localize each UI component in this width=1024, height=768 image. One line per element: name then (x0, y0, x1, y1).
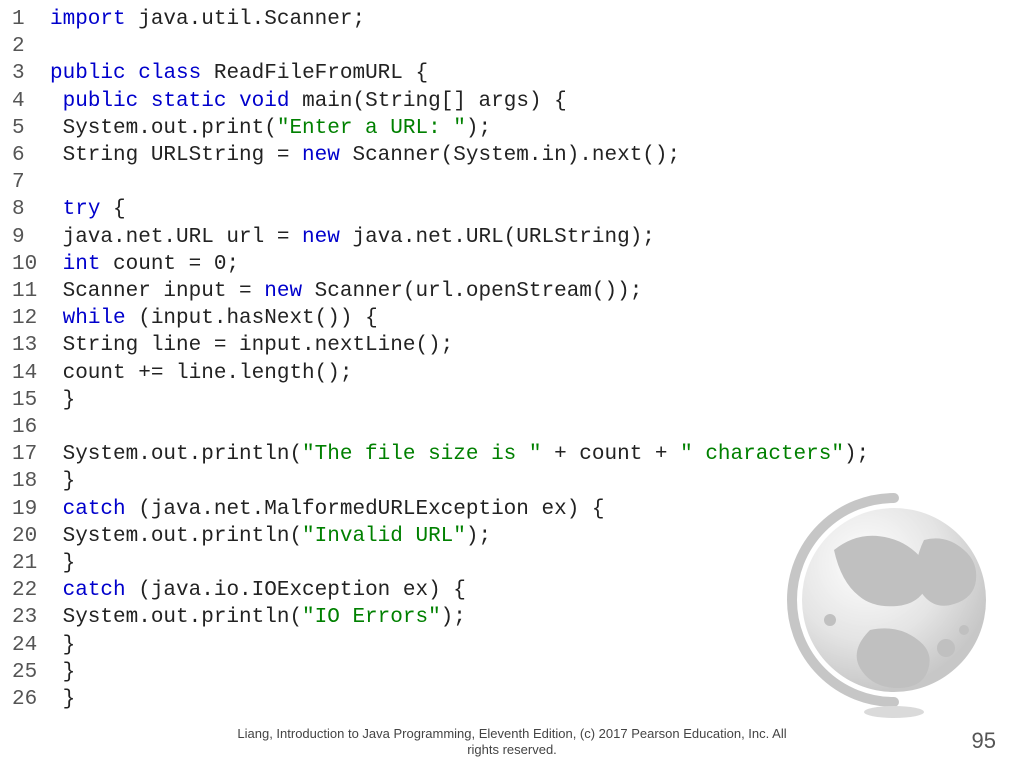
line-number: 21 (12, 550, 50, 577)
code-line: 26 } (12, 686, 1024, 713)
line-code: java.net.URL url = new java.net.URL(URLS… (50, 224, 655, 251)
line-number: 19 (12, 496, 50, 523)
line-number: 10 (12, 251, 50, 278)
code-line: 10 int count = 0; (12, 251, 1024, 278)
line-number: 18 (12, 468, 50, 495)
code-line: 15 } (12, 387, 1024, 414)
code-line: 2 (12, 33, 1024, 60)
code-line: 6 String URLString = new Scanner(System.… (12, 142, 1024, 169)
code-line: 22 catch (java.io.IOException ex) { (12, 577, 1024, 604)
line-number: 3 (12, 60, 50, 87)
line-number: 13 (12, 332, 50, 359)
line-code: public class ReadFileFromURL { (50, 60, 428, 87)
line-code: } (50, 686, 75, 713)
line-number: 2 (12, 33, 50, 60)
line-code: catch (java.net.MalformedURLException ex… (50, 496, 605, 523)
line-code: while (input.hasNext()) { (50, 305, 378, 332)
line-code: } (50, 659, 75, 686)
line-number: 9 (12, 224, 50, 251)
line-number: 17 (12, 441, 50, 468)
line-code: try { (50, 196, 126, 223)
line-number: 1 (12, 6, 50, 33)
line-code: String URLString = new Scanner(System.in… (50, 142, 680, 169)
footer-line-1: Liang, Introduction to Java Programming,… (237, 726, 786, 741)
code-line: 18 } (12, 468, 1024, 495)
code-line: 20 System.out.println("Invalid URL"); (12, 523, 1024, 550)
line-code: String line = input.nextLine(); (50, 332, 453, 359)
code-line: 9 java.net.URL url = new java.net.URL(UR… (12, 224, 1024, 251)
line-number: 6 (12, 142, 50, 169)
code-line: 24 } (12, 632, 1024, 659)
line-number: 25 (12, 659, 50, 686)
line-number: 20 (12, 523, 50, 550)
line-code: } (50, 468, 75, 495)
code-line: 11 Scanner input = new Scanner(url.openS… (12, 278, 1024, 305)
line-number: 12 (12, 305, 50, 332)
line-code: } (50, 550, 75, 577)
line-code: count += line.length(); (50, 360, 352, 387)
code-line: 19 catch (java.net.MalformedURLException… (12, 496, 1024, 523)
code-line: 25 } (12, 659, 1024, 686)
line-number: 24 (12, 632, 50, 659)
code-line: 23 System.out.println("IO Errors"); (12, 604, 1024, 631)
code-line: 14 count += line.length(); (12, 360, 1024, 387)
line-code: System.out.println("The file size is " +… (50, 441, 869, 468)
line-code: catch (java.io.IOException ex) { (50, 577, 466, 604)
line-number: 11 (12, 278, 50, 305)
code-line: 1import java.util.Scanner; (12, 6, 1024, 33)
line-number: 16 (12, 414, 50, 441)
line-number: 5 (12, 115, 50, 142)
code-line: 4 public static void main(String[] args)… (12, 88, 1024, 115)
code-line: 13 String line = input.nextLine(); (12, 332, 1024, 359)
line-number: 15 (12, 387, 50, 414)
line-code: } (50, 387, 75, 414)
line-code: int count = 0; (50, 251, 239, 278)
code-line: 3public class ReadFileFromURL { (12, 60, 1024, 87)
line-code: Scanner input = new Scanner(url.openStre… (50, 278, 642, 305)
code-line: 5 System.out.print("Enter a URL: "); (12, 115, 1024, 142)
line-number: 8 (12, 196, 50, 223)
line-code: public static void main(String[] args) { (50, 88, 567, 115)
line-code: import java.util.Scanner; (50, 6, 365, 33)
line-number: 7 (12, 169, 50, 196)
line-code: System.out.print("Enter a URL: "); (50, 115, 491, 142)
line-code: System.out.println("Invalid URL"); (50, 523, 491, 550)
line-number: 23 (12, 604, 50, 631)
line-number: 26 (12, 686, 50, 713)
code-line: 17 System.out.println("The file size is … (12, 441, 1024, 468)
code-line: 21 } (12, 550, 1024, 577)
code-line: 8 try { (12, 196, 1024, 223)
line-code: System.out.println("IO Errors"); (50, 604, 466, 631)
code-listing: 1import java.util.Scanner;23public class… (0, 0, 1024, 713)
line-number: 22 (12, 577, 50, 604)
page-number: 95 (972, 728, 996, 754)
line-code: } (50, 632, 75, 659)
code-line: 7 (12, 169, 1024, 196)
line-number: 4 (12, 88, 50, 115)
line-number: 14 (12, 360, 50, 387)
slide-footer: Liang, Introduction to Java Programming,… (0, 726, 1024, 759)
code-line: 16 (12, 414, 1024, 441)
footer-line-2: rights reserved. (467, 742, 557, 757)
code-line: 12 while (input.hasNext()) { (12, 305, 1024, 332)
